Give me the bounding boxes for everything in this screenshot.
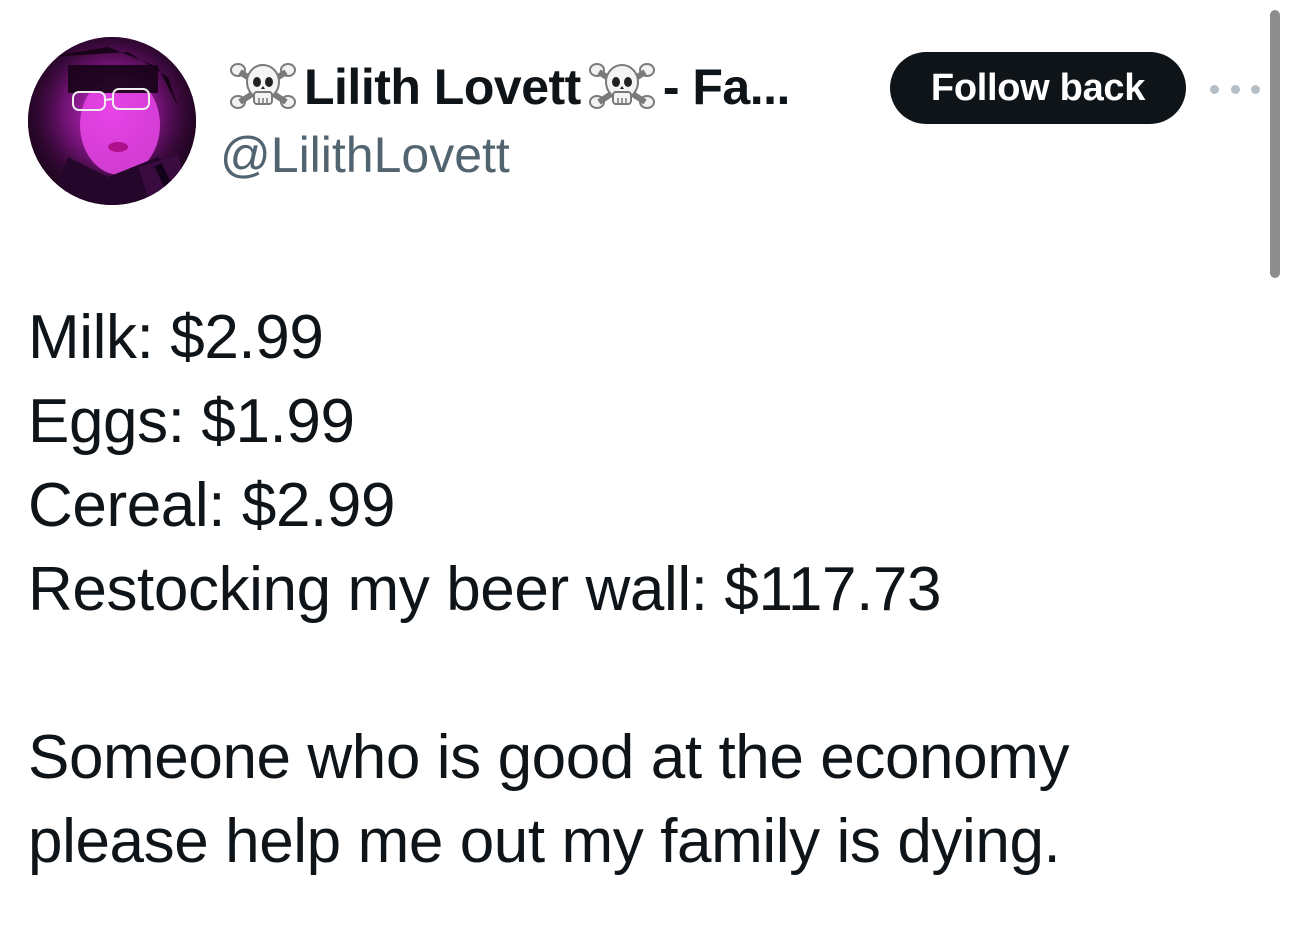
tweet-line: Milk: $2.99 <box>28 303 324 372</box>
more-dot <box>1210 84 1219 94</box>
tweet-line: Cereal: $2.99 <box>28 471 396 540</box>
avatar[interactable] <box>28 37 196 205</box>
more-dot <box>1230 84 1240 94</box>
user-handle[interactable]: @LilithLovett <box>220 126 510 184</box>
avatar-image <box>28 37 196 205</box>
scrollbar[interactable] <box>1270 10 1280 278</box>
tweet-line: please help me out my family is dying. <box>28 807 1061 876</box>
skull-and-crossbones-icon <box>587 56 657 118</box>
more-dot <box>1251 84 1260 94</box>
tweet-text: Milk: $2.99 Eggs: $1.99 Cereal: $2.99 Re… <box>28 296 1238 884</box>
tweet-line: Someone who is good at the economy <box>28 723 1070 792</box>
tweet-line: Eggs: $1.99 <box>28 387 355 456</box>
author-name-row[interactable]: Lilith Lovett - Fa... <box>222 56 790 118</box>
more-horizontal-icon[interactable] <box>1210 74 1260 104</box>
skull-and-crossbones-icon <box>228 56 298 118</box>
tweet[interactable]: Lilith Lovett - Fa... @LilithLovett Foll… <box>0 0 1290 948</box>
follow-back-button[interactable]: Follow back <box>890 52 1186 124</box>
display-name[interactable]: Lilith Lovett <box>304 58 581 116</box>
tweet-line: Restocking my beer wall: $117.73 <box>28 555 942 624</box>
display-name-tail[interactable]: - Fa... <box>663 58 791 116</box>
